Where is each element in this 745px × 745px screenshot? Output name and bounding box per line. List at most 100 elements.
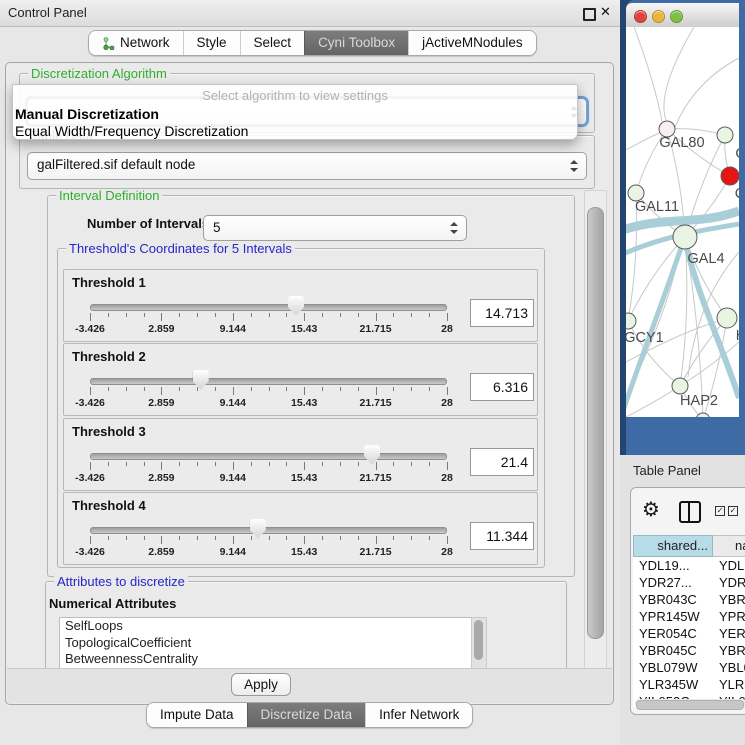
slider-tick bbox=[411, 462, 412, 466]
column-view-icon[interactable] bbox=[679, 501, 701, 523]
slider-tick bbox=[411, 387, 412, 391]
slider-track[interactable] bbox=[90, 527, 447, 534]
scrollbar-thumb[interactable] bbox=[587, 207, 604, 639]
table-row[interactable]: YBR043CYBR0 bbox=[633, 591, 745, 608]
threshold-1-panel: Threshold 1 -3.4262.8599.14415.4321.7152… bbox=[63, 269, 538, 342]
threshold-1-slider[interactable]: -3.4262.8599.14415.4321.71528 bbox=[90, 296, 447, 340]
tab-cyni-toolbox[interactable]: Cyni Toolbox bbox=[304, 31, 408, 55]
table-row[interactable]: YBR045CYBR0 bbox=[633, 642, 745, 659]
slider-scale-label: 2.859 bbox=[148, 397, 174, 409]
table-horizontal-scrollbar[interactable] bbox=[635, 699, 745, 708]
threshold-3-panel: Threshold 3 -3.4262.8599.14415.4321.7152… bbox=[63, 418, 538, 491]
cell-shared-name[interactable]: YBR043C bbox=[633, 591, 715, 608]
tab-select[interactable]: Select bbox=[240, 31, 305, 55]
slider-tick bbox=[126, 536, 127, 540]
cell-name[interactable]: YBR0 bbox=[715, 591, 745, 608]
threshold-3-slider[interactable]: -3.4262.8599.14415.4321.71528 bbox=[90, 445, 447, 489]
close-traffic-light[interactable] bbox=[634, 10, 647, 23]
threshold-4-slider[interactable]: -3.4262.8599.14415.4321.71528 bbox=[90, 519, 447, 563]
close-icon[interactable]: ✕ bbox=[600, 4, 611, 20]
slider-tick bbox=[393, 536, 394, 540]
network-window-titlebar[interactable] bbox=[626, 3, 739, 28]
slider-scale-label: 21.715 bbox=[360, 472, 392, 484]
cell-name[interactable]: YDR2 bbox=[715, 574, 745, 591]
slider-track[interactable] bbox=[90, 304, 447, 311]
popup-item-manual-discretization[interactable]: Manual Discretization bbox=[15, 106, 159, 122]
network-node-gcy1[interactable] bbox=[626, 313, 636, 329]
slider-scale-label: 9.144 bbox=[220, 546, 246, 558]
tab-label: Style bbox=[197, 31, 227, 55]
cell-name[interactable]: YBR0 bbox=[715, 642, 745, 659]
table-row[interactable]: YBL079WYBL0 bbox=[633, 659, 745, 676]
settings-scroll-viewport: Interval Definition Number of Intervals … bbox=[9, 189, 583, 670]
tab-impute-data[interactable]: Impute Data bbox=[147, 703, 247, 727]
cell-shared-name[interactable]: YDR27... bbox=[633, 574, 715, 591]
network-node-h[interactable] bbox=[717, 308, 737, 328]
settings-gear-icon[interactable]: ⚙ bbox=[642, 497, 660, 521]
table-row[interactable]: YER054CYER0 bbox=[633, 625, 745, 642]
scrollbar-thumb[interactable] bbox=[636, 700, 744, 710]
combo-arrows-icon bbox=[570, 160, 578, 172]
network-canvas[interactable]: GAL80G.CGAL11GAL4GCY1HHAP2 bbox=[626, 27, 739, 417]
cell-name[interactable]: YLR3 bbox=[715, 676, 745, 693]
threshold-1-value-field[interactable]: 14.713 bbox=[470, 299, 534, 327]
cell-shared-name[interactable]: YPR145W bbox=[633, 608, 715, 625]
cell-name[interactable]: YDL1 bbox=[715, 557, 745, 574]
column-header-name[interactable]: na bbox=[713, 535, 745, 557]
tab-network[interactable]: Network bbox=[89, 31, 183, 55]
panel-vertical-scrollbar[interactable] bbox=[584, 190, 607, 671]
cell-shared-name[interactable]: YER054C bbox=[633, 625, 715, 642]
threshold-4-value-field[interactable]: 11.344 bbox=[470, 522, 534, 550]
cell-name[interactable]: YPR1 bbox=[715, 608, 745, 625]
attribute-list-item[interactable]: TopologicalCoefficient bbox=[60, 635, 472, 652]
slider-tick bbox=[447, 536, 448, 544]
slider-track[interactable] bbox=[90, 378, 447, 385]
threshold-2-slider[interactable]: -3.4262.8599.14415.4321.71528 bbox=[90, 370, 447, 414]
float-window-icon[interactable] bbox=[583, 8, 596, 21]
cell-shared-name[interactable]: YLR345W bbox=[633, 676, 715, 693]
panel-title: Control Panel bbox=[8, 5, 87, 20]
attributes-list-scrollbar[interactable] bbox=[471, 617, 487, 670]
network-node-hap2[interactable] bbox=[672, 378, 688, 394]
cell-name[interactable]: YER0 bbox=[715, 625, 745, 642]
table-data-combobox[interactable]: galFiltered.sif default node bbox=[27, 152, 587, 180]
slider-track[interactable] bbox=[90, 453, 447, 460]
table-row[interactable]: YLR345WYLR3 bbox=[633, 676, 745, 693]
threshold-2-value-field[interactable]: 6.316 bbox=[470, 373, 534, 401]
number-of-intervals-combobox[interactable]: 5 bbox=[203, 215, 467, 241]
network-node-label: GAL80 bbox=[659, 135, 704, 151]
network-node-label: GCY1 bbox=[626, 330, 664, 346]
threshold-3-value-field[interactable]: 21.4 bbox=[470, 448, 534, 476]
slider-tick bbox=[251, 536, 252, 540]
slider-tick bbox=[179, 387, 180, 391]
column-header-shared-name[interactable]: shared... bbox=[633, 535, 713, 557]
cell-shared-name[interactable]: YBL079W bbox=[633, 659, 715, 676]
table-row[interactable]: YDL19...YDL1 bbox=[633, 557, 745, 574]
network-node-c[interactable] bbox=[721, 167, 739, 185]
cell-shared-name[interactable]: YBR045C bbox=[633, 642, 715, 659]
slider-tick bbox=[411, 536, 412, 540]
scrollbar-thumb[interactable] bbox=[474, 620, 483, 660]
tab-infer-network[interactable]: Infer Network bbox=[365, 703, 472, 727]
tab-style[interactable]: Style bbox=[183, 31, 240, 55]
slider-tick bbox=[358, 387, 359, 391]
attribute-list-item[interactable]: SelfLoops bbox=[60, 618, 472, 635]
slider-tick bbox=[90, 387, 91, 395]
table-row[interactable]: YDR27...YDR2 bbox=[633, 574, 745, 591]
cell-shared-name[interactable]: YDL19... bbox=[633, 557, 715, 574]
table-row[interactable]: YPR145WYPR1 bbox=[633, 608, 745, 625]
apply-button[interactable]: Apply bbox=[231, 673, 291, 696]
tab-discretize-data[interactable]: Discretize Data bbox=[247, 703, 366, 727]
slider-tick bbox=[393, 387, 394, 391]
network-node-g[interactable] bbox=[717, 127, 733, 143]
minimize-traffic-light[interactable] bbox=[652, 10, 665, 23]
tab-jactivemnodules[interactable]: jActiveMNodules bbox=[408, 31, 536, 55]
checkbox-icon[interactable]: ✓ bbox=[728, 506, 738, 516]
network-node-gal4[interactable] bbox=[673, 225, 697, 249]
zoom-traffic-light[interactable] bbox=[670, 10, 683, 23]
checkbox-icon[interactable]: ✓ bbox=[715, 506, 725, 516]
attribute-list-item[interactable]: BetweennessCentrality bbox=[60, 651, 472, 668]
popup-item-equal-width-frequency[interactable]: Equal Width/Frequency Discretization bbox=[15, 123, 248, 139]
cell-name[interactable]: YBL0 bbox=[715, 659, 745, 676]
slider-tick bbox=[233, 462, 234, 470]
